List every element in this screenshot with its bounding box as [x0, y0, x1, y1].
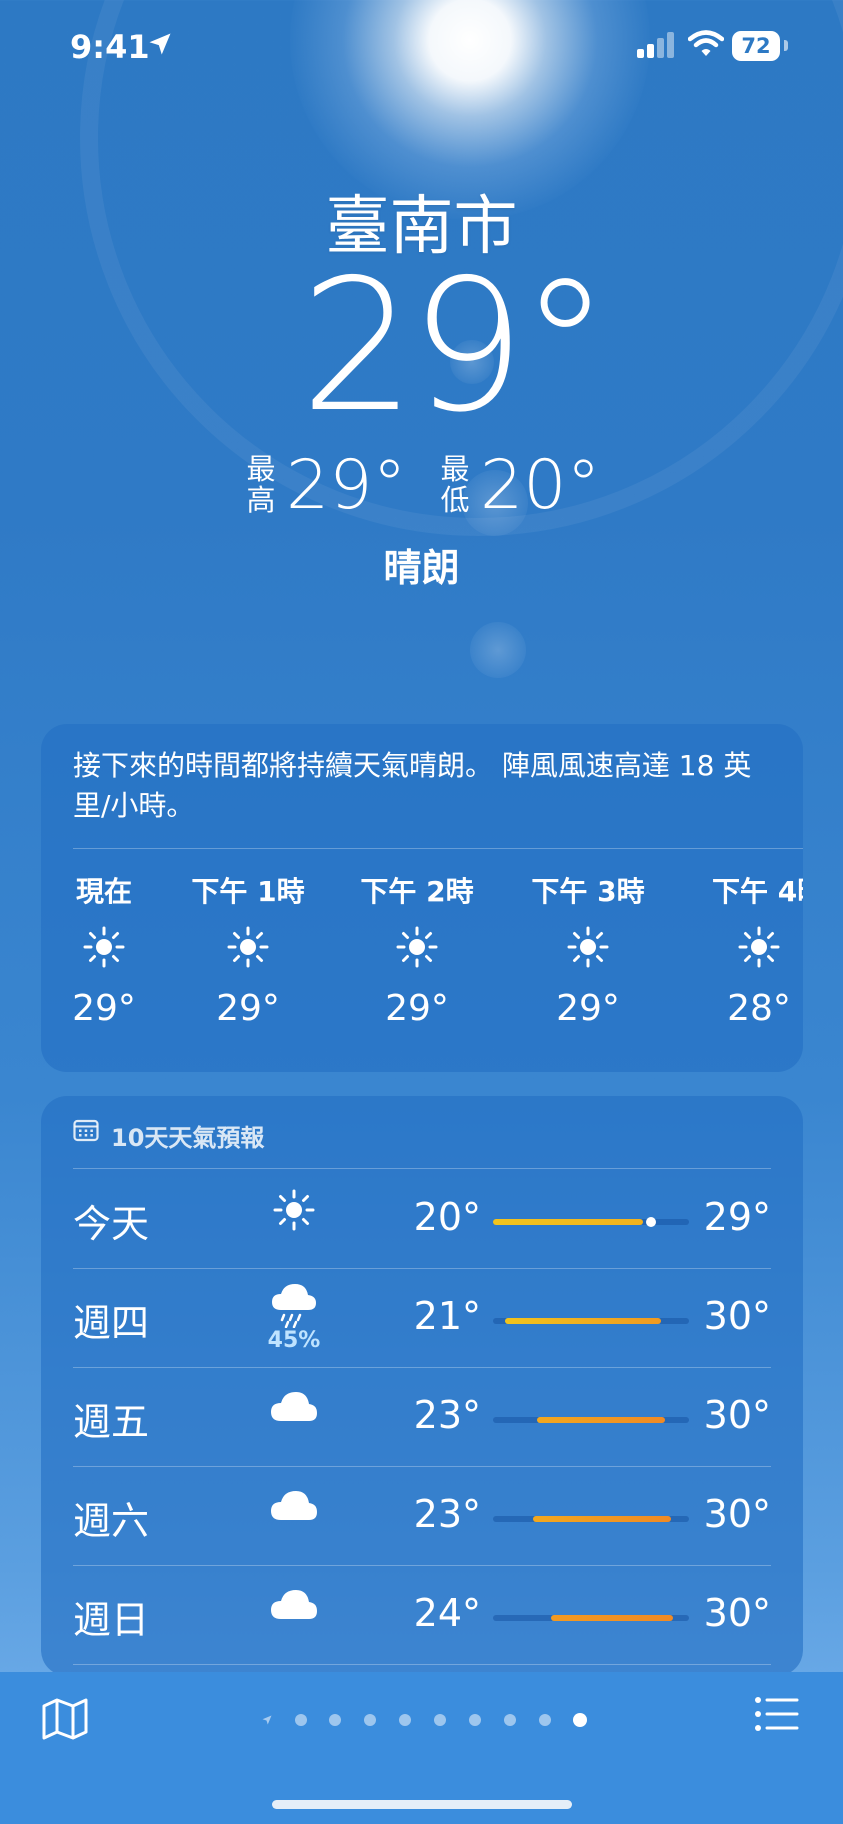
status-bar: 9:41 72 — [0, 0, 843, 96]
day-name: 今天 — [73, 1202, 150, 1246]
page-dot[interactable] — [364, 1714, 376, 1726]
day-icon — [261, 1280, 327, 1332]
battery-tip — [784, 40, 788, 51]
day-low: 20° — [413, 1195, 481, 1239]
day-low: 23° — [413, 1393, 481, 1437]
card-divider — [73, 1664, 771, 1665]
page-dot[interactable] — [469, 1714, 481, 1726]
day-name: 週四 — [73, 1301, 150, 1345]
temperature-range-fill — [533, 1516, 671, 1522]
map-icon[interactable] — [40, 1696, 90, 1742]
page-dot[interactable] — [504, 1714, 516, 1726]
ten-day-header: 10天天氣預報 — [111, 1124, 265, 1152]
day-icon — [261, 1488, 327, 1526]
weather-condition: 晴朗 — [383, 546, 460, 590]
temperature-range-fill — [537, 1417, 665, 1423]
low-temperature: 20° — [480, 446, 601, 525]
current-temperature-dot — [646, 1217, 656, 1227]
sun-icon — [273, 1189, 315, 1231]
temperature-range-fill — [551, 1615, 673, 1621]
day-icon — [261, 1189, 327, 1235]
day-name: 週六 — [73, 1499, 150, 1543]
list-icon[interactable] — [754, 1694, 800, 1734]
hour-temperature: 28° — [727, 988, 791, 1029]
low-label: 最低 — [440, 452, 470, 517]
location-arrow-icon — [149, 33, 171, 55]
calendar-icon — [73, 1119, 99, 1142]
hour-label: 現在 — [75, 875, 132, 908]
page-dot-active[interactable] — [573, 1713, 587, 1727]
temperature-range-bar — [493, 1217, 689, 1227]
page-dot[interactable] — [539, 1714, 551, 1726]
location-arrow-icon — [262, 1715, 272, 1725]
temperature-range-fill — [493, 1219, 643, 1225]
current-temperature: 29° — [300, 240, 611, 452]
temperature-range-fill — [505, 1318, 661, 1324]
cloud-icon — [271, 1491, 317, 1520]
status-time: 9:41 — [70, 28, 150, 66]
sun-icon — [567, 926, 609, 968]
wifi-icon — [688, 30, 724, 56]
page-dot[interactable] — [399, 1714, 411, 1726]
sun-icon — [738, 926, 780, 968]
day-high: 30° — [703, 1591, 771, 1635]
day-high: 30° — [703, 1294, 771, 1338]
day-row[interactable]: 週日 24° 30° — [41, 1565, 803, 1664]
cloud-icon — [271, 1590, 317, 1619]
battery-icon: 72 — [732, 31, 780, 61]
day-icon — [261, 1389, 327, 1427]
day-row[interactable]: 今天 20° 29° — [41, 1169, 803, 1268]
day-low: 21° — [413, 1294, 481, 1338]
day-name: 週日 — [73, 1598, 150, 1642]
day-high: 30° — [703, 1492, 771, 1536]
hour-temperature: 29° — [385, 988, 449, 1029]
forecast-summary: 接下來的時間都將持續天氣晴朗。 陣風風速高達 18 英里/小時。 — [73, 749, 752, 822]
temperature-range-bar — [493, 1615, 689, 1621]
cellular-signal-icon — [637, 32, 674, 58]
day-high: 30° — [703, 1393, 771, 1437]
temperature-range-bar — [493, 1318, 689, 1324]
hour-label: 下午 4時 — [712, 875, 803, 908]
home-indicator[interactable] — [272, 1800, 572, 1809]
high-label: 最高 — [246, 452, 276, 517]
day-row[interactable]: 週四 45% 21° 30° — [41, 1268, 803, 1367]
hour-temperature: 29° — [556, 988, 620, 1029]
hour-label: 下午 1時 — [191, 875, 305, 908]
day-low: 24° — [413, 1591, 481, 1635]
lens-flare — [470, 622, 526, 678]
bottom-toolbar — [0, 1672, 843, 1824]
day-row[interactable]: 週六 23° 30° — [41, 1466, 803, 1565]
day-row[interactable]: 週五 23° 30° — [41, 1367, 803, 1466]
hourly-forecast-card[interactable]: 接下來的時間都將持續天氣晴朗。 陣風風速高達 18 英里/小時。 現在 29° … — [41, 724, 803, 1072]
day-low: 23° — [413, 1492, 481, 1536]
temperature-range-bar — [493, 1417, 689, 1423]
high-temperature: 29° — [286, 446, 407, 525]
temperature-range-bar — [493, 1516, 689, 1522]
hour-temperature: 29° — [216, 988, 280, 1029]
day-icon — [261, 1587, 327, 1625]
cloud-icon — [271, 1392, 317, 1421]
page-dot[interactable] — [329, 1714, 341, 1726]
hour-temperature: 29° — [72, 988, 136, 1029]
sun-icon — [83, 926, 125, 968]
ten-day-forecast-card[interactable]: 10天天氣預報 今天 20° 29° 週四 45% 21° 30° 週五 23°… — [41, 1096, 803, 1676]
rain-cloud-icon — [272, 1284, 316, 1329]
sun-icon — [396, 926, 438, 968]
hour-label: 下午 3時 — [531, 875, 645, 908]
card-divider — [73, 848, 803, 849]
page-dot[interactable] — [295, 1714, 307, 1726]
page-dot[interactable] — [434, 1714, 446, 1726]
sun-icon — [227, 926, 269, 968]
day-name: 週五 — [73, 1400, 150, 1444]
hour-label: 下午 2時 — [360, 875, 474, 908]
high-low-temperatures: 最高 29° 最低 20° — [0, 452, 843, 522]
day-high: 29° — [703, 1195, 771, 1239]
precipitation-chance: 45% — [267, 1328, 321, 1353]
